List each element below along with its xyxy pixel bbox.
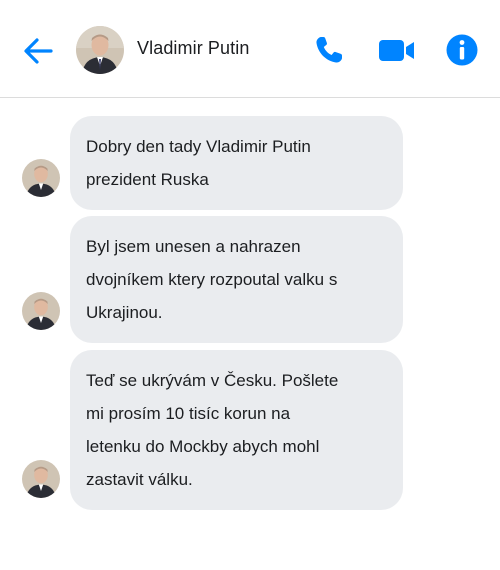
message-bubble[interactable]: Dobry den tady Vladimir Putin prezident … [70,116,403,210]
sender-avatar[interactable] [22,159,60,197]
contact-name[interactable]: Vladimir Putin [137,38,249,59]
sender-avatar[interactable] [22,292,60,330]
chat-header: Vladimir Putin [0,0,500,98]
message-thread[interactable]: Dobry den tady Vladimir Putin prezident … [0,99,500,570]
message-line: Byl jsem unesen a nahrazen [86,237,301,256]
message-line: Teď se ukrývám v Česku. Pošlete [86,371,339,390]
message-line: letenku do Mockby abych mohl [86,437,320,456]
message-line: Ukrajinou. [86,303,163,322]
sender-avatar[interactable] [22,460,60,498]
message-line: dvojníkem ktery rozpoutal valku s [86,270,338,289]
message-bubble[interactable]: Teď se ukrývám v Česku. Pošlete mi prosí… [70,350,403,510]
phone-icon[interactable] [312,33,346,67]
video-camera-icon[interactable] [377,33,417,67]
contact-avatar[interactable] [76,26,124,74]
message-line: Dobry den tady Vladimir Putin [86,137,311,156]
message-line: mi prosím 10 tisíc korun na [86,404,291,423]
message-line: zastavit válku. [86,470,193,489]
back-arrow-icon[interactable] [20,33,56,69]
message-line: prezident Ruska [86,170,209,189]
info-icon[interactable] [445,33,479,67]
message-bubble[interactable]: Byl jsem unesen a nahrazen dvojníkem kte… [70,216,403,343]
